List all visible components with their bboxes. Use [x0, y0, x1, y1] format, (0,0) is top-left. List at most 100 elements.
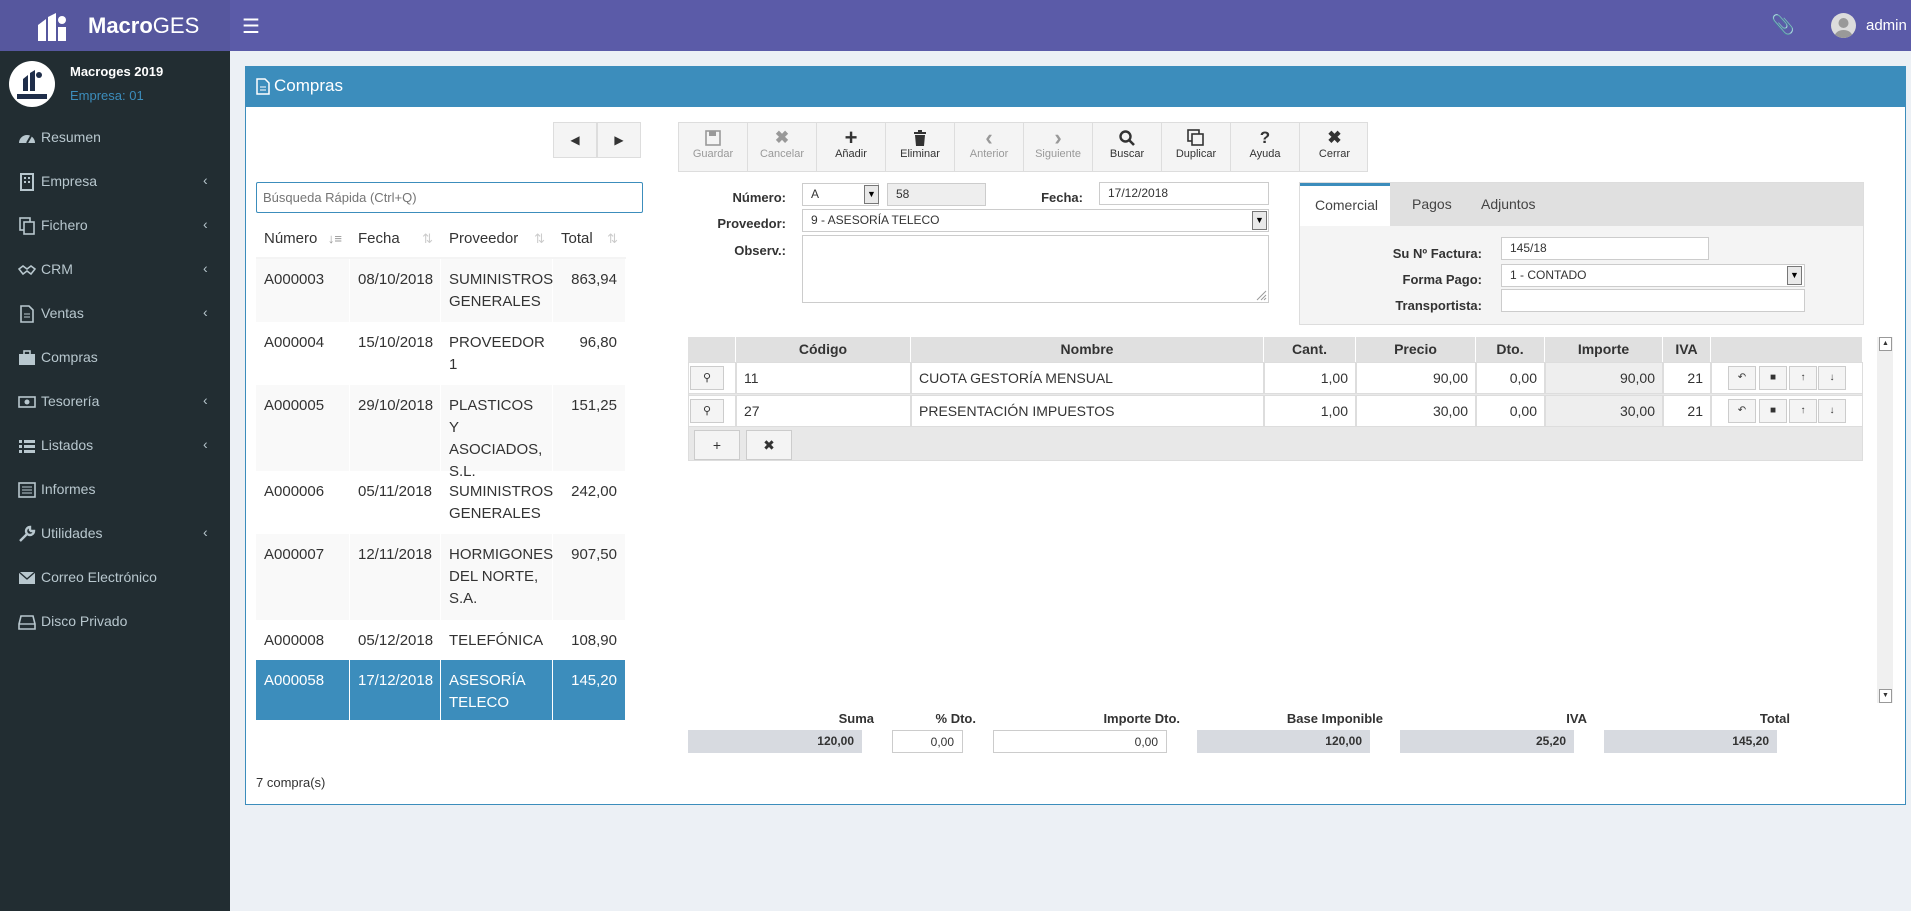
sidebar-item-label: Tesorería	[41, 393, 100, 409]
col-header-iva[interactable]: IVA	[1663, 337, 1711, 362]
dropdown-arrow-icon[interactable]: ▼	[1787, 266, 1802, 285]
line-nombre[interactable]: PRESENTACIÓN IMPUESTOS	[911, 395, 1264, 427]
move-down-button[interactable]: ↓	[1818, 399, 1846, 423]
cell-fecha: 05/11/2018	[350, 471, 441, 534]
guardar-button[interactable]: Guardar	[679, 123, 748, 171]
line-cant[interactable]: 1,00	[1264, 362, 1356, 394]
fecha-field[interactable]: 17/12/2018	[1099, 182, 1269, 205]
add-line-button[interactable]: +	[694, 430, 740, 460]
next-page-button[interactable]: ▶	[597, 122, 641, 158]
move-up-button[interactable]: ↑	[1789, 366, 1817, 390]
eliminar-button[interactable]: Eliminar	[886, 123, 955, 171]
resize-grip-icon[interactable]	[1256, 290, 1267, 301]
line-nombre[interactable]: CUOTA GESTORÍA MENSUAL	[911, 362, 1264, 394]
sidebar-item-empresa[interactable]: Empresa ‹	[0, 162, 230, 202]
tab-comercial[interactable]: Comercial	[1300, 183, 1390, 226]
col-header-fecha[interactable]: Fecha ⇅	[350, 219, 441, 259]
menu-toggle-icon[interactable]: ☰	[242, 14, 260, 39]
sidebar-item-correo[interactable]: Correo Electrónico	[0, 558, 230, 598]
move-down-button[interactable]: ↓	[1818, 366, 1846, 390]
paperclip-icon[interactable]: 📎	[1771, 13, 1795, 37]
cancelar-button[interactable]: ✖ Cancelar	[748, 123, 817, 171]
line-iva[interactable]: 21	[1663, 362, 1711, 394]
numero-field[interactable]: 58	[887, 183, 986, 206]
undo-line-button[interactable]: ↶	[1728, 366, 1756, 390]
line-precio[interactable]: 30,00	[1356, 395, 1476, 427]
delete-line-button[interactable]: ■	[1759, 366, 1787, 390]
transportista-field[interactable]	[1501, 289, 1805, 312]
col-header-importe[interactable]: Importe	[1545, 337, 1663, 362]
brand-bold: Macro	[88, 13, 153, 38]
sidebar-item-informes[interactable]: Informes	[0, 470, 230, 510]
wrench-icon	[19, 525, 36, 542]
col-header-proveedor[interactable]: Proveedor ⇅	[441, 219, 553, 259]
sidebar-item-listados[interactable]: Listados ‹	[0, 426, 230, 466]
buscar-button[interactable]: Buscar	[1093, 123, 1162, 171]
sidebar-item-ventas[interactable]: Ventas ‹	[0, 294, 230, 334]
line-iva[interactable]: 21	[1663, 395, 1711, 427]
list-row[interactable]: A000005 29/10/2018 PLASTICOS Y ASOCIADOS…	[256, 385, 626, 480]
dropdown-arrow-icon[interactable]: ▼	[1252, 211, 1267, 230]
proveedor-select[interactable]: 9 - ASESORÍA TELECO	[802, 209, 1269, 232]
scroll-up-arrow-icon[interactable]: ▲	[1879, 337, 1892, 351]
sidebar-item-compras[interactable]: Compras	[0, 338, 230, 378]
ayuda-button[interactable]: ? Ayuda	[1231, 123, 1300, 171]
list-row[interactable]: A000007 12/11/2018 HORMIGONES DEL NORTE,…	[256, 534, 626, 620]
tab-adjuntos[interactable]: Adjuntos	[1466, 183, 1550, 226]
user-name[interactable]: admin	[1866, 17, 1907, 34]
chevron-left-icon: ‹	[203, 172, 208, 188]
undo-line-button[interactable]: ↶	[1728, 399, 1756, 423]
su-factura-field[interactable]: 145/18	[1501, 237, 1709, 260]
sidebar-item-utilidades[interactable]: Utilidades ‹	[0, 514, 230, 554]
col-header-total[interactable]: Total ⇅	[553, 219, 626, 259]
sidebar-item-resumen[interactable]: Resumen	[0, 118, 230, 158]
cerrar-button[interactable]: ✖ Cerrar	[1300, 123, 1369, 171]
list-row[interactable]: A000004 15/10/2018 PROVEEDOR 1 96,80	[256, 322, 626, 385]
list-row-selected[interactable]: A000058 17/12/2018 ASESORÍA TELECO 145,2…	[256, 660, 626, 720]
sidebar-item-fichero[interactable]: Fichero ‹	[0, 206, 230, 246]
col-header-cant[interactable]: Cant.	[1264, 337, 1356, 362]
delete-line-button[interactable]: ■	[1759, 399, 1787, 423]
forma-pago-select[interactable]: 1 - CONTADO	[1501, 264, 1805, 287]
line-codigo[interactable]: 11	[736, 362, 911, 394]
line-search-button[interactable]: ⚲	[690, 399, 724, 423]
importe-dto-field[interactable]: 0,00	[993, 730, 1167, 753]
siguiente-button[interactable]: › Siguiente	[1024, 123, 1093, 171]
col-header-dto[interactable]: Dto.	[1476, 337, 1545, 362]
line-precio[interactable]: 90,00	[1356, 362, 1476, 394]
cell-proveedor: SUMINISTROS GENERALES	[441, 259, 553, 322]
col-header-numero[interactable]: Número ↓≡	[256, 219, 350, 259]
user-avatar[interactable]	[1831, 13, 1856, 38]
list-row[interactable]: A000008 05/12/2018 TELEFÓNICA 108,90	[256, 620, 626, 660]
observaciones-textarea[interactable]	[802, 235, 1269, 303]
list-row[interactable]: A000006 05/11/2018 SUMINISTROS GENERALES…	[256, 471, 626, 534]
sidebar-item-label: CRM	[41, 261, 73, 277]
dropdown-arrow-icon[interactable]: ▼	[864, 185, 879, 204]
list-row[interactable]: A000003 08/10/2018 SUMINISTROS GENERALES…	[256, 259, 626, 322]
line-codigo[interactable]: 27	[736, 395, 911, 427]
scroll-down-arrow-icon[interactable]: ▼	[1879, 689, 1892, 703]
sidebar-item-crm[interactable]: CRM ‹	[0, 250, 230, 290]
anterior-button[interactable]: ‹ Anterior	[955, 123, 1024, 171]
line-dto[interactable]: 0,00	[1476, 362, 1545, 394]
line-search-button[interactable]: ⚲	[690, 366, 724, 390]
col-header-precio[interactable]: Precio	[1356, 337, 1476, 362]
sidebar-item-disco[interactable]: Disco Privado	[0, 602, 230, 642]
quick-search-input[interactable]	[256, 182, 643, 213]
logo-area[interactable]: MacroGES	[0, 0, 230, 51]
sidebar-item-tesoreria[interactable]: Tesorería ‹	[0, 382, 230, 422]
pct-dto-field[interactable]: 0,00	[892, 730, 963, 753]
col-header-nombre[interactable]: Nombre	[911, 337, 1264, 362]
line-importe: 90,00	[1545, 362, 1663, 394]
line-dto[interactable]: 0,00	[1476, 395, 1545, 427]
tab-pagos[interactable]: Pagos	[1397, 183, 1467, 226]
prev-page-button[interactable]: ◀	[553, 122, 597, 158]
duplicar-button[interactable]: Duplicar	[1162, 123, 1231, 171]
anadir-button[interactable]: + Añadir	[817, 123, 886, 171]
lines-scrollbar[interactable]	[1877, 337, 1893, 703]
move-up-button[interactable]: ↑	[1789, 399, 1817, 423]
toolbar-label: Añadir	[835, 148, 867, 160]
clear-lines-button[interactable]: ✖	[746, 430, 792, 460]
line-cant[interactable]: 1,00	[1264, 395, 1356, 427]
col-header-codigo[interactable]: Código	[736, 337, 911, 362]
